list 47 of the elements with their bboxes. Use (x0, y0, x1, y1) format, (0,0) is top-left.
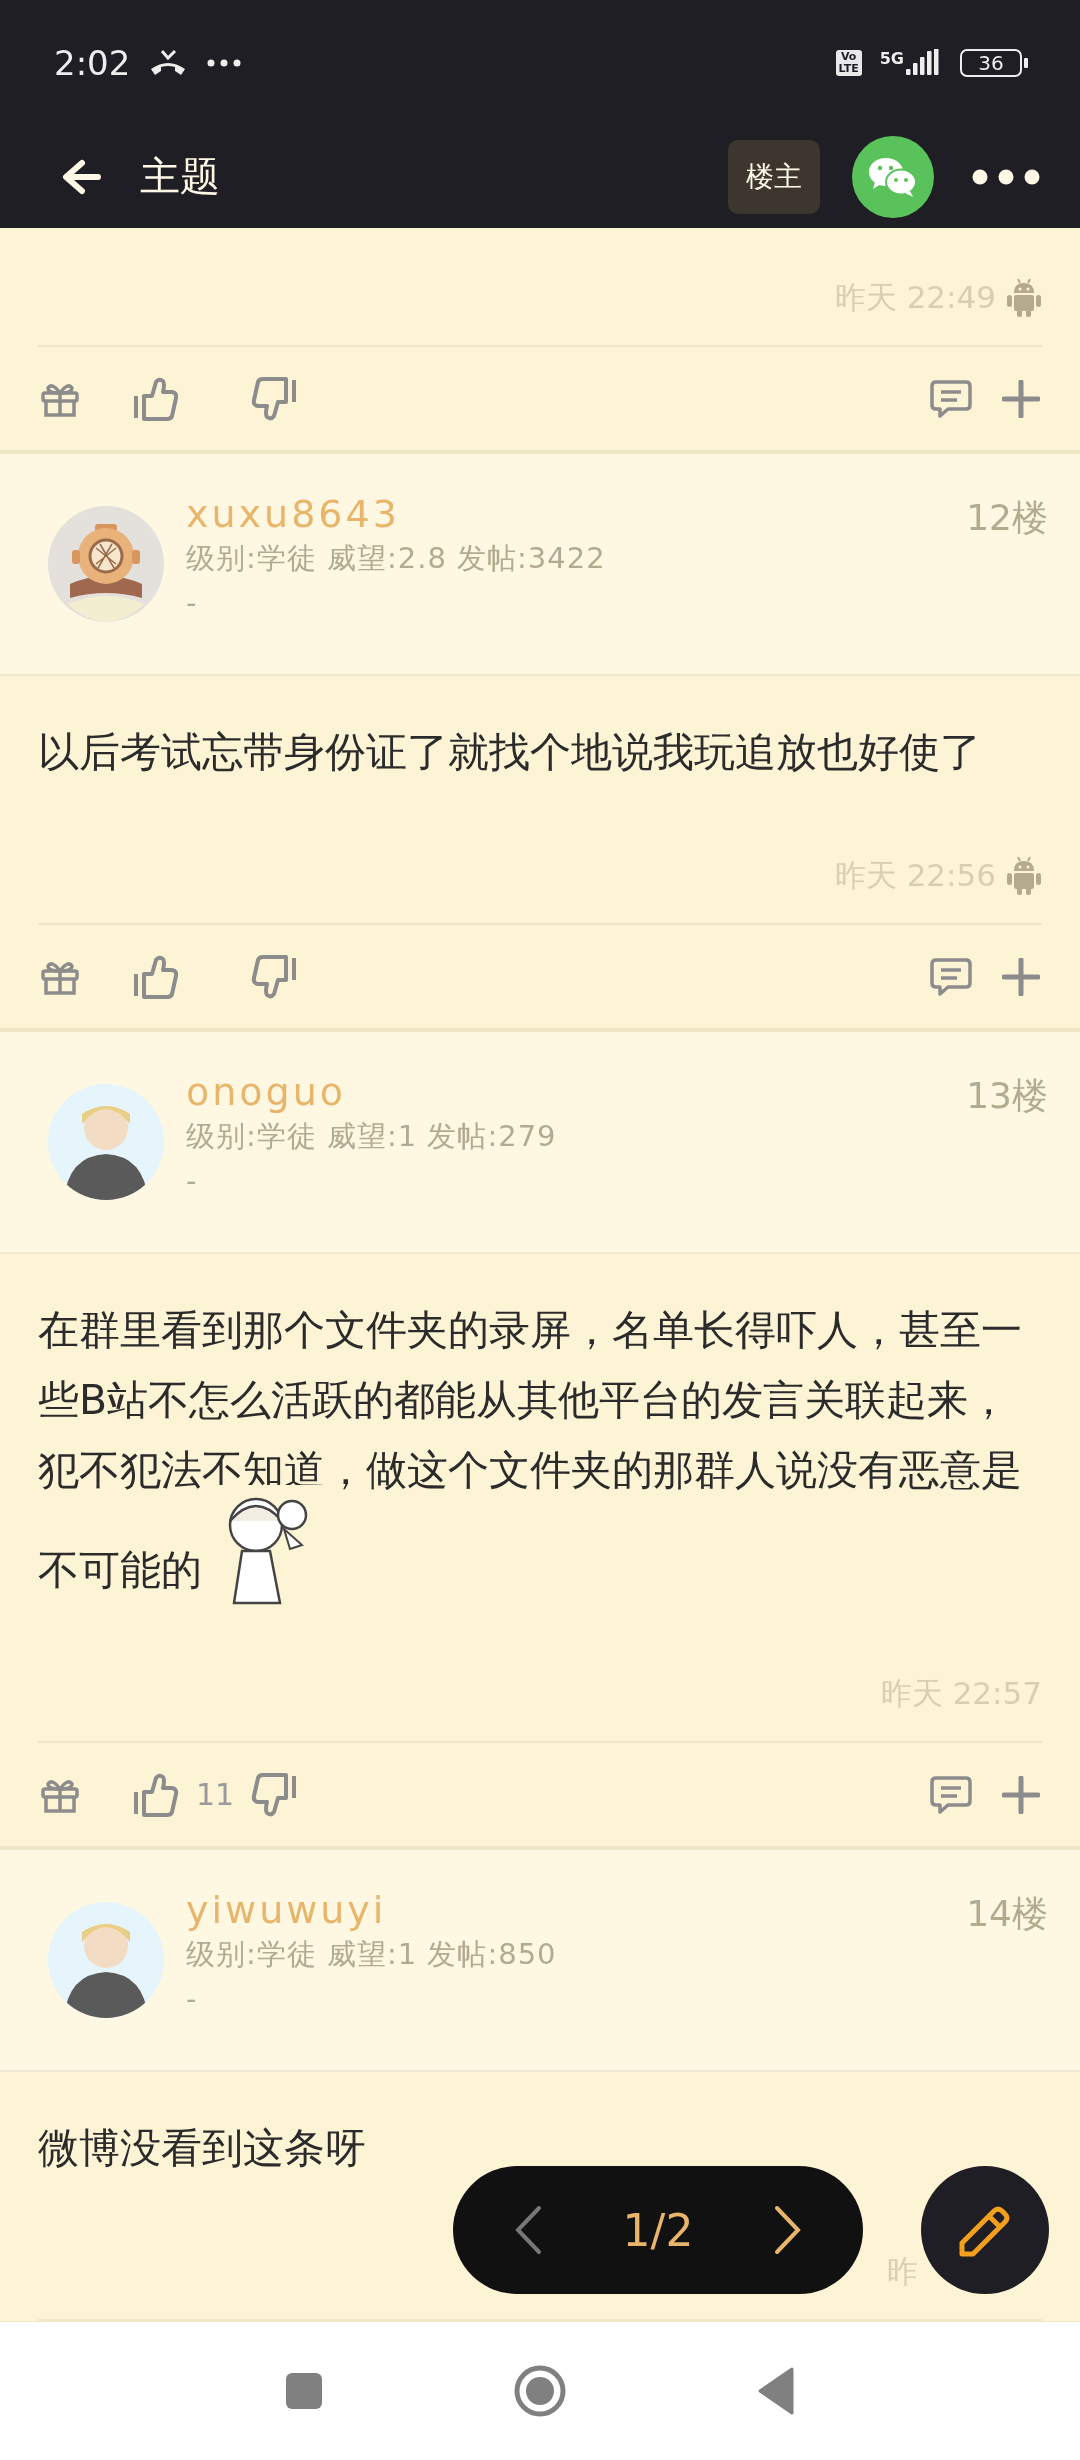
signature: - (186, 1163, 198, 1200)
post-text-line: 些B站不怎么活跃的都能从其他平台的发言关联起来， (38, 1375, 1010, 1426)
add-icon[interactable] (1002, 957, 1040, 996)
thumbs-down-icon[interactable] (250, 1771, 298, 1818)
thumbs-up-icon[interactable] (132, 953, 180, 1000)
user-stats: 级别:学徒 威望:1 发帖:279 (186, 1118, 558, 1155)
android-icon (1006, 278, 1042, 317)
author-only-button[interactable]: 楼主 (728, 139, 820, 214)
chevron-right-icon (773, 2205, 803, 2255)
username[interactable]: yiwuwuyi (186, 1886, 967, 1934)
like-count: 11 (194, 1777, 236, 1812)
clock: 2:02 (54, 42, 131, 83)
android-icon (1006, 856, 1042, 895)
thumbs-up-icon[interactable] (132, 1771, 180, 1818)
floor-number: 14楼 (966, 1892, 1048, 1936)
volte-icon: Vo LTE (835, 49, 862, 76)
thumbs-down-icon[interactable] (250, 375, 298, 422)
thumbs-up-icon[interactable] (132, 375, 180, 422)
next-page-button[interactable] (773, 2205, 803, 2255)
post-text-line: 不可能的 (38, 1545, 202, 1596)
comment-icon[interactable] (930, 956, 972, 997)
signature: - (186, 585, 198, 622)
signal-icon (906, 48, 942, 77)
user-stats: 级别:学徒 威望:1 发帖:850 (186, 1936, 558, 1973)
floor-number: 13楼 (966, 1074, 1048, 1118)
recent-apps-icon[interactable] (284, 2371, 324, 2411)
network-label: 5G (879, 48, 904, 68)
home-icon[interactable] (514, 2365, 566, 2417)
post-text-line: 微博没看到这条呀 (38, 2123, 366, 2174)
signature: - (186, 1981, 198, 2018)
user-stats: 级别:学徒 威望:2.8 发帖:3422 (186, 540, 607, 577)
comment-icon[interactable] (930, 1774, 972, 1815)
add-icon[interactable] (1002, 1775, 1040, 1814)
comment-icon[interactable] (930, 378, 972, 419)
post-text-line: 在群里看到那个文件夹的录屏，名单长得吓人，甚至一 (38, 1305, 1022, 1356)
thumbs-down-icon[interactable] (250, 953, 298, 1000)
post-text-line: 以后考试忘带身份证了就找个地说我玩追放也好使了 (38, 727, 981, 778)
add-icon[interactable] (1002, 379, 1040, 418)
page-indicator: 1/2 (622, 2204, 694, 2256)
floor-number: 12楼 (966, 496, 1048, 540)
username[interactable]: onoguo (186, 1068, 967, 1116)
more-icon[interactable] (972, 168, 1040, 185)
avatar[interactable] (48, 506, 164, 622)
username[interactable]: xuxu8643 (186, 490, 967, 538)
more-notifications-icon (206, 57, 243, 68)
chevron-left-icon (513, 2205, 543, 2255)
page-title: 主题 (140, 152, 220, 201)
